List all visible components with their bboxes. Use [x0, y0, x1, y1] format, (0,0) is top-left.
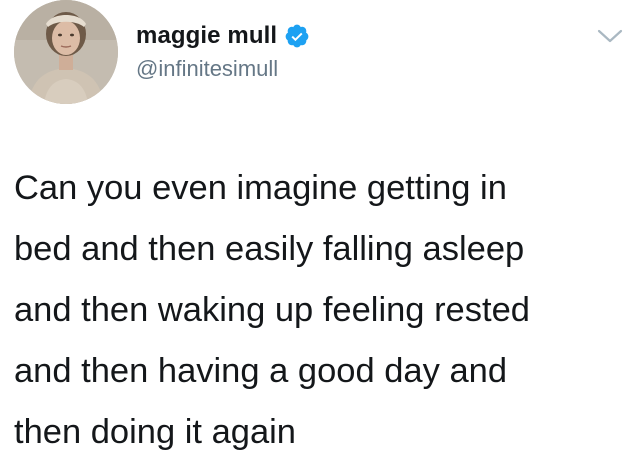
author-name-row[interactable]: maggie mull — [136, 20, 310, 52]
tweet-card: maggie mull @infinitesimull Can you even… — [0, 0, 640, 475]
avatar[interactable] — [14, 0, 118, 104]
author-handle[interactable]: @infinitesimull — [136, 56, 278, 82]
tweet-text-line: and then waking up feeling rested — [14, 291, 530, 329]
tweet-text: Can you even imagine getting in bed and … — [14, 158, 630, 463]
tweet-text-line: bed and then easily falling asleep — [14, 230, 525, 268]
avatar-image — [14, 0, 118, 104]
verified-badge-icon — [284, 23, 310, 49]
tweet-text-line: and then having a good day and — [14, 352, 508, 390]
tweet-text-line: Can you even imagine getting in — [14, 169, 507, 207]
tweet-text-line: then doing it again — [14, 413, 296, 451]
chevron-down-icon[interactable] — [596, 26, 624, 46]
author-display-name[interactable]: maggie mull — [136, 22, 277, 50]
